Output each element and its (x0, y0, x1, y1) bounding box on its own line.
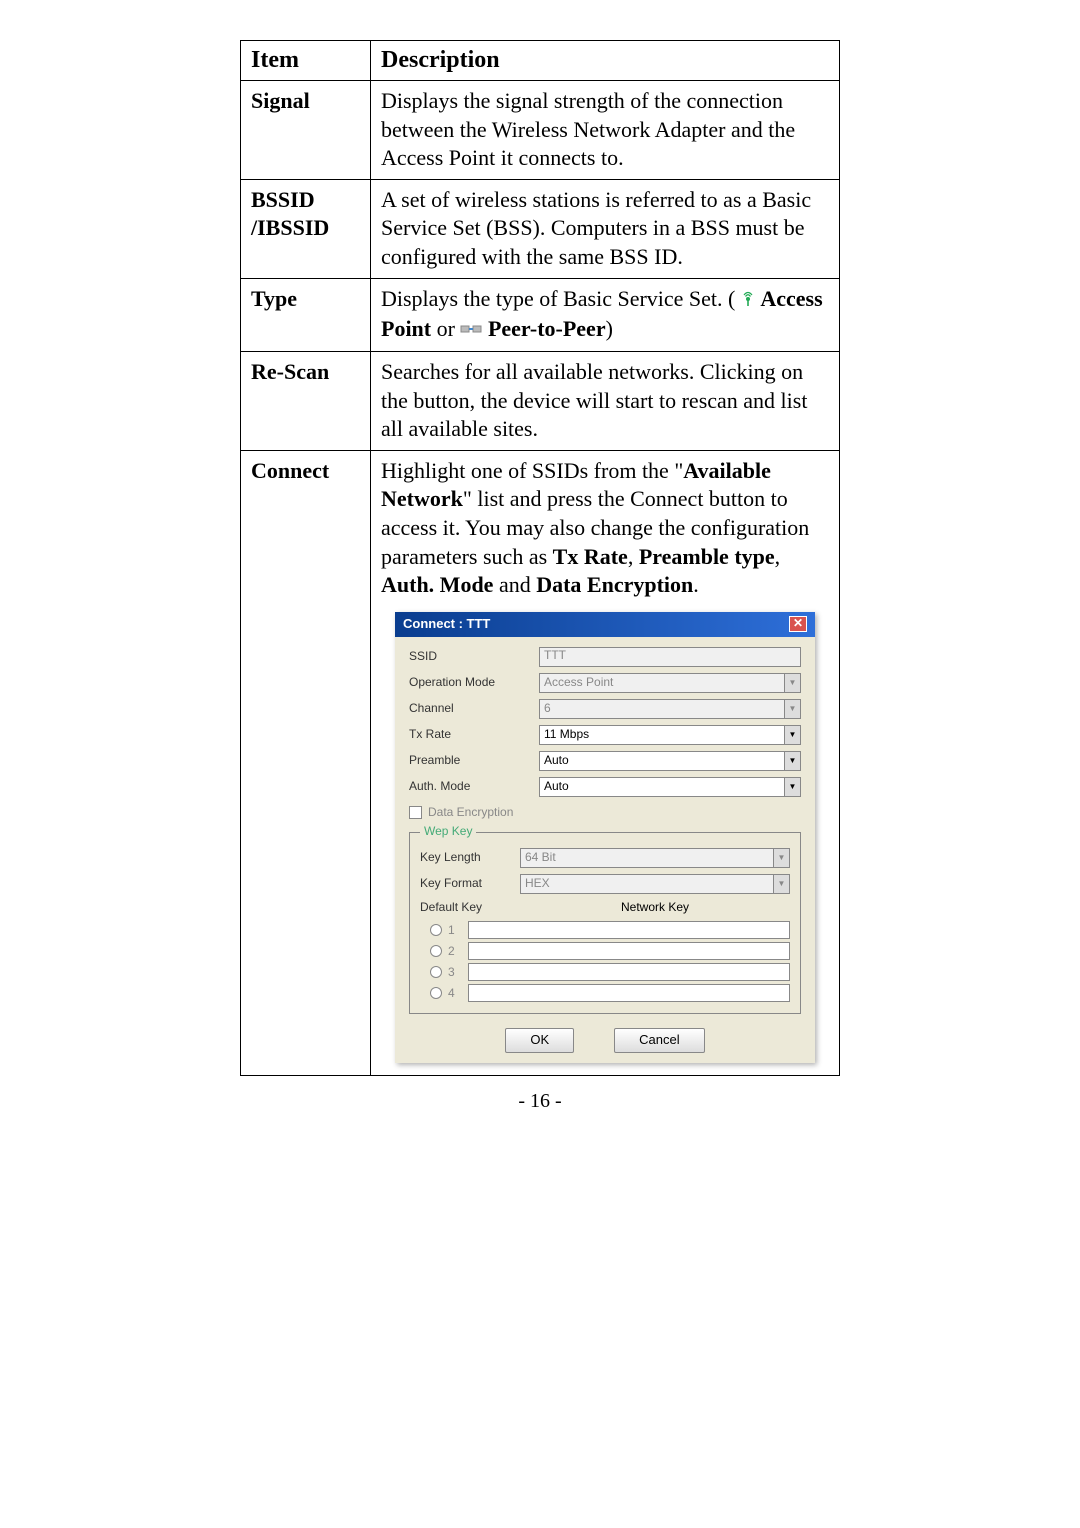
page-number: - 16 - (0, 1090, 1080, 1113)
row-signal-desc: Displays the signal strength of the conn… (371, 81, 840, 180)
connect-text-4: , (775, 544, 781, 569)
row-signal-item: Signal (241, 81, 371, 180)
netkey-4-input[interactable] (468, 984, 790, 1002)
opmode-value: Access Point (544, 675, 613, 691)
header-description: Description (371, 41, 840, 81)
connect-bold-3: Preamble type (639, 544, 775, 569)
radio-4-label: 4 (448, 986, 468, 1002)
row-type-desc: Displays the type of Basic Service Set. … (371, 278, 840, 352)
dialog-titlebar[interactable]: Connect : TTT ✕ (395, 612, 815, 637)
data-encryption-checkbox-row[interactable]: Data Encryption (409, 805, 801, 821)
radio-2[interactable] (430, 945, 442, 957)
row-bssid-desc: A set of wireless stations is referred t… (371, 179, 840, 278)
document-page: Item Description Signal Displays the sig… (0, 0, 1080, 1528)
row-connect-desc: Highlight one of SSIDs from the "Availab… (371, 450, 840, 1076)
radio-1[interactable] (430, 924, 442, 936)
radio-3-label: 3 (448, 965, 468, 981)
chevron-down-icon: ▼ (784, 674, 800, 692)
authmode-select[interactable]: Auto ▼ (539, 777, 801, 797)
netkey-header: Network Key (520, 900, 790, 916)
connect-bold-5: Data Encryption (536, 572, 693, 597)
txrate-label: Tx Rate (409, 727, 539, 743)
type-desc-suffix: ) (606, 316, 613, 341)
chevron-down-icon: ▼ (773, 849, 789, 867)
access-point-icon (741, 286, 755, 315)
opmode-select[interactable]: Access Point ▼ (539, 673, 801, 693)
chevron-down-icon: ▼ (773, 875, 789, 893)
type-desc-prefix: Displays the type of Basic Service Set. … (381, 286, 741, 311)
checkbox-icon[interactable] (409, 806, 422, 819)
preamble-value: Auto (544, 753, 569, 769)
type-or-text: or (437, 316, 461, 341)
connect-bold-2: Tx Rate (553, 544, 628, 569)
netkey-1-input[interactable] (468, 921, 790, 939)
connect-text-6: . (693, 572, 699, 597)
channel-select[interactable]: 6 ▼ (539, 699, 801, 719)
chevron-down-icon: ▼ (784, 752, 800, 770)
row-bssid-item: BSSID /IBSSID (241, 179, 371, 278)
radio-4[interactable] (430, 987, 442, 999)
defkey-label: Default Key (420, 900, 520, 916)
channel-value: 6 (544, 701, 551, 717)
preamble-label: Preamble (409, 753, 539, 769)
authmode-label: Auth. Mode (409, 779, 539, 795)
keylen-value: 64 Bit (525, 850, 556, 866)
connect-bold-4: Auth. Mode (381, 572, 493, 597)
keylen-select[interactable]: 64 Bit ▼ (520, 848, 790, 868)
txrate-select[interactable]: 11 Mbps ▼ (539, 725, 801, 745)
keyfmt-value: HEX (525, 876, 550, 892)
ssid-label: SSID (409, 649, 539, 665)
opmode-label: Operation Mode (409, 675, 539, 691)
preamble-select[interactable]: Auto ▼ (539, 751, 801, 771)
radio-1-label: 1 (448, 923, 468, 939)
connect-text-5: and (493, 572, 536, 597)
row-type-item: Type (241, 278, 371, 352)
keylen-label: Key Length (420, 850, 520, 866)
cancel-button[interactable]: Cancel (614, 1028, 704, 1053)
connect-text-3: , (628, 544, 639, 569)
wepkey-legend: Wep Key (420, 824, 476, 840)
netkey-2-input[interactable] (468, 942, 790, 960)
txrate-value: 11 Mbps (544, 727, 589, 743)
row-rescan-item: Re-Scan (241, 352, 371, 451)
wepkey-fieldset: Wep Key Key Length 64 Bit ▼ Key Format (409, 824, 801, 1014)
close-icon[interactable]: ✕ (789, 616, 807, 632)
keyfmt-label: Key Format (420, 876, 520, 892)
header-item: Item (241, 41, 371, 81)
chevron-down-icon: ▼ (784, 726, 800, 744)
netkey-3-input[interactable] (468, 963, 790, 981)
dialog-title-text: Connect : TTT (403, 616, 490, 633)
row-rescan-desc: Searches for all available networks. Cli… (371, 352, 840, 451)
ssid-input[interactable]: TTT (539, 647, 801, 667)
peer-to-peer-label: Peer-to-Peer (488, 316, 606, 341)
row-connect-item: Connect (241, 450, 371, 1076)
authmode-value: Auto (544, 779, 569, 795)
connect-text-1: Highlight one of SSIDs from the " (381, 458, 683, 483)
ok-button[interactable]: OK (505, 1028, 574, 1053)
dialog-body: SSID TTT Operation Mode Access Point ▼ C… (395, 637, 815, 1064)
peer-to-peer-icon (460, 316, 482, 345)
data-encryption-label: Data Encryption (428, 805, 513, 821)
chevron-down-icon: ▼ (784, 778, 800, 796)
radio-2-label: 2 (448, 944, 468, 960)
chevron-down-icon: ▼ (784, 700, 800, 718)
connect-dialog: Connect : TTT ✕ SSID TTT Operation Mode … (395, 612, 815, 1064)
keyfmt-select[interactable]: HEX ▼ (520, 874, 790, 894)
description-table: Item Description Signal Displays the sig… (240, 40, 840, 1076)
radio-3[interactable] (430, 966, 442, 978)
channel-label: Channel (409, 701, 539, 717)
